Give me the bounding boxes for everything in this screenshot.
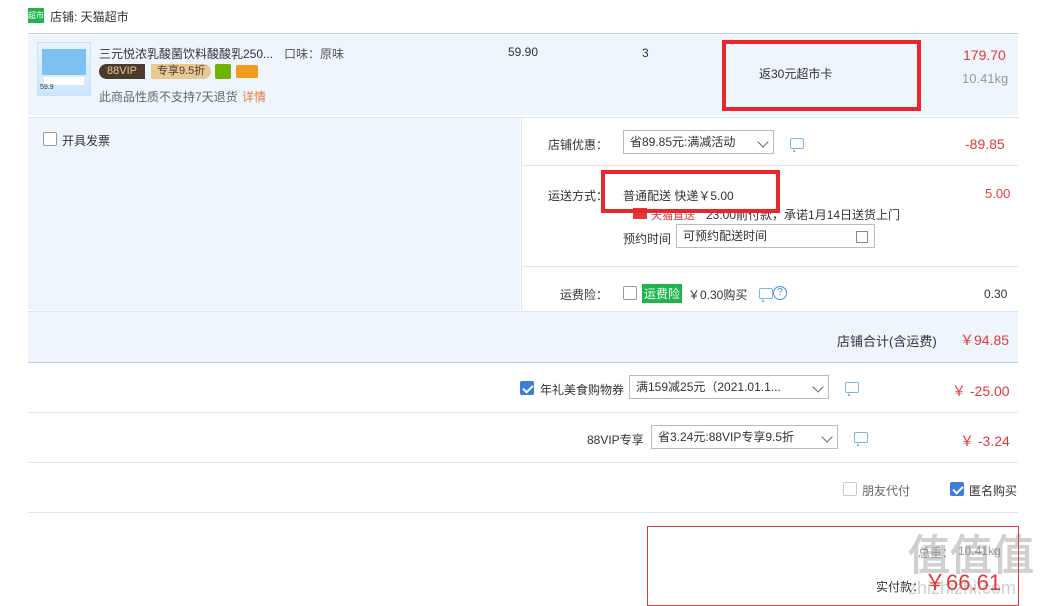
insurance-badge: 运费险 [642,284,683,303]
watermark-logo: 值值值 [908,532,1035,579]
invoice-checkbox[interactable] [43,132,57,146]
anonymous-label[interactable]: 匿名购买 [969,482,1017,499]
thumbnail-price: 59.9 [40,84,54,91]
vip-label: 88VIP专享 [587,433,644,447]
detail-link[interactable]: 详情 [242,88,266,105]
shipping-label: 运送方式： [548,189,609,203]
chevron-down-icon [812,381,824,393]
message-icon[interactable] [854,432,868,446]
friend-pay-label[interactable]: 朋友代付 [862,482,910,499]
product-name[interactable]: 三元悦浓乳酸菌饮料酸酸乳250... [99,45,273,62]
card-icon [236,65,258,78]
insurance-label: 运费险： [560,288,609,302]
vip-amount: ￥ -3.24 [960,433,1010,449]
friend-pay-checkbox[interactable] [843,482,857,496]
tmall-supermarket-icon: 超市 [28,8,44,23]
insurance-checkbox[interactable] [623,286,637,300]
chevron-down-icon [757,136,769,148]
anonymous-checkbox[interactable] [950,482,964,496]
insurance-price: ￥0.30购买 [688,288,748,302]
coupon-amount: ￥ -25.00 [952,383,1010,399]
coupon-select[interactable]: 满159减25元（2021.01.1... [629,375,829,399]
chevron-down-icon [821,431,833,443]
coupon-checkbox[interactable] [520,381,534,395]
item-weight: 10.41kg [962,71,1009,86]
schedule-label: 预约时间 [623,232,672,246]
guarantee-icon [215,64,231,79]
shipping-amount: 5.00 [985,186,1011,201]
schedule-select[interactable]: 可预约配送时间 [676,224,875,248]
calendar-icon [856,231,868,243]
invoice-label[interactable]: 开具发票 [62,132,110,149]
watermark-site: zhizhizhi.com [908,578,1017,598]
help-icon[interactable]: ? [773,286,787,300]
store-discount-select[interactable]: 省89.85元:满减活动 [623,130,774,154]
message-icon[interactable] [759,288,773,302]
message-icon[interactable] [790,138,804,152]
quantity[interactable]: 3 [642,46,649,60]
store-total-label: 店铺合计(含运费) [837,334,937,349]
product-flavor: 口味：原味 [284,47,345,61]
unit-price: 59.90 [508,45,539,59]
shipping-highlight-box [601,170,780,213]
store-discount-amount: -89.85 [965,136,1005,152]
return-note: 此商品性质不支持7天退货 [99,90,238,104]
store-name[interactable]: 店铺: 天猫超市 [50,8,129,25]
insurance-amount: 0.30 [984,287,1008,301]
product-thumbnail[interactable]: 59.9 [37,42,91,96]
store-discount-label: 店铺优惠： [548,138,609,152]
coupon-label: 年礼美食购物券 [540,383,625,397]
item-subtotal: 179.70 [963,47,1006,63]
vip-select[interactable]: 省3.24元:88VIP专享9.5折 [651,425,838,449]
promo-highlight-box [722,40,921,111]
store-total-amount: ￥94.85 [960,332,1010,348]
message-icon[interactable] [845,382,859,396]
